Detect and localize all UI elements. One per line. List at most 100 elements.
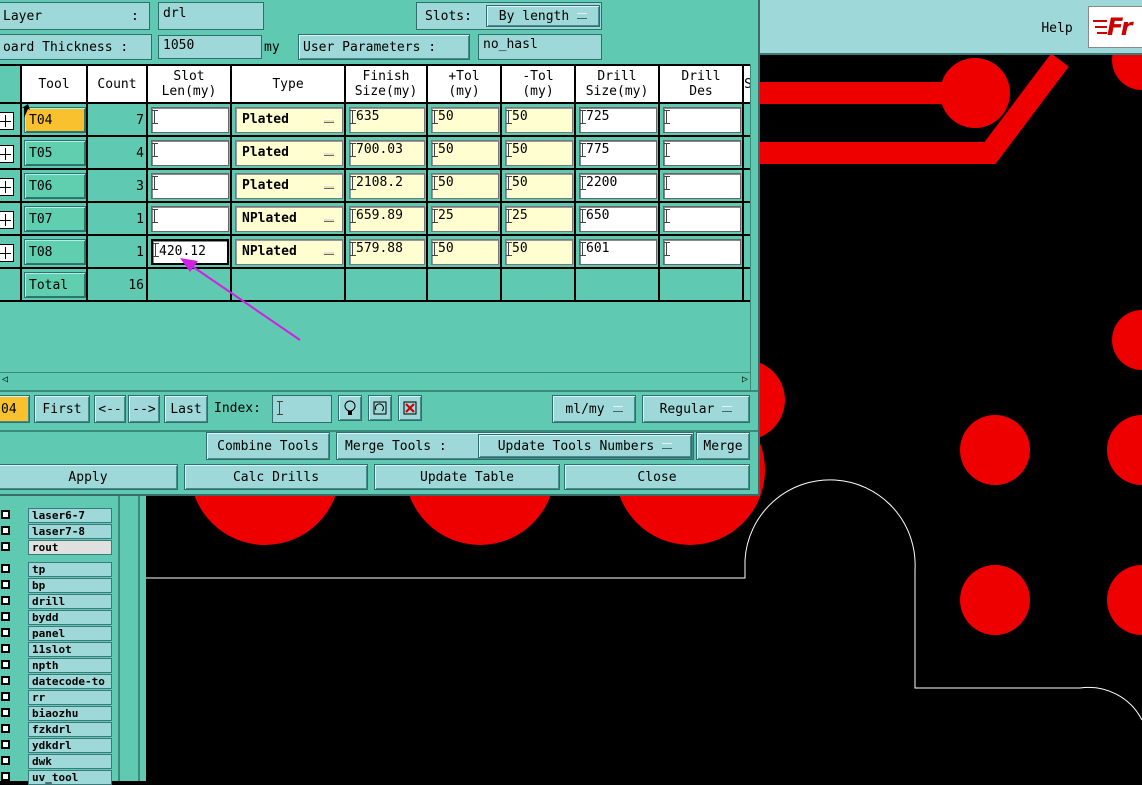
layer-item[interactable]: laser6-7	[0, 508, 112, 523]
layer-label[interactable]: biaozhu	[28, 706, 112, 721]
scroll-left-icon[interactable]: ◁	[2, 374, 8, 385]
plus-tol-input[interactable]: 50	[431, 239, 499, 265]
first-button[interactable]: First	[34, 395, 90, 423]
minus-tol-input[interactable]: 50	[505, 173, 573, 199]
layer-item[interactable]: fzkdrl	[0, 722, 112, 737]
layer-label[interactable]: laser6-7	[28, 508, 112, 523]
layer-item[interactable]: laser7-8	[0, 524, 112, 539]
update-table-button[interactable]: Update Table	[374, 464, 560, 490]
bulb-icon[interactable]	[338, 395, 362, 421]
plus-tol-input[interactable]: 50	[431, 173, 499, 199]
layer-field[interactable]: drl	[158, 2, 264, 30]
layer-checkbox[interactable]	[1, 628, 10, 637]
drill-des-input[interactable]	[663, 206, 741, 232]
layer-item[interactable]: dwk	[0, 754, 112, 769]
layer-label[interactable]: tp	[28, 562, 112, 577]
layer-item[interactable]: rout	[0, 540, 112, 555]
refresh-icon[interactable]	[368, 395, 392, 421]
layer-item[interactable]: tp	[0, 562, 112, 577]
layer-item[interactable]: rr	[0, 690, 112, 705]
delete-icon[interactable]	[398, 395, 422, 421]
next-button[interactable]: -->	[128, 395, 160, 423]
layer-label[interactable]: drill	[28, 594, 112, 609]
layer-checkbox[interactable]	[1, 612, 10, 621]
type-dropdown[interactable]: Plated	[235, 107, 343, 133]
type-dropdown[interactable]: NPlated	[235, 239, 343, 265]
plus-tol-input[interactable]: 25	[431, 206, 499, 232]
finish-input[interactable]: 659.89	[349, 206, 425, 232]
user-parameters-field[interactable]: no_hasl	[478, 34, 602, 60]
table-hscrollbar[interactable]: ◁ ▷	[0, 372, 750, 386]
layer-item[interactable]: uv_tool	[0, 770, 112, 785]
slot-length-input[interactable]	[151, 107, 229, 133]
tool-button[interactable]: T07	[24, 206, 86, 232]
apply-button[interactable]: Apply	[0, 464, 178, 490]
plus-icon[interactable]	[0, 178, 14, 196]
drill-size-input[interactable]: 650	[579, 206, 657, 232]
minus-tol-input[interactable]: 50	[505, 239, 573, 265]
plus-icon[interactable]	[0, 244, 14, 262]
layer-label[interactable]: fzkdrl	[28, 722, 112, 737]
minus-tol-input[interactable]: 50	[505, 140, 573, 166]
layer-item[interactable]: bydd	[0, 610, 112, 625]
layer-checkbox[interactable]	[1, 596, 10, 605]
layer-label[interactable]: rr	[28, 690, 112, 705]
layer-checkbox[interactable]	[1, 772, 10, 781]
layer-scrollbar[interactable]	[118, 490, 140, 781]
finish-input[interactable]: 2108.2	[349, 173, 425, 199]
drill-des-input[interactable]	[663, 239, 741, 265]
drill-des-input[interactable]	[663, 140, 741, 166]
layer-checkbox[interactable]	[1, 676, 10, 685]
units-dropdown[interactable]: ml/my	[552, 395, 636, 423]
layer-item[interactable]: 11slot	[0, 642, 112, 657]
layer-checkbox[interactable]	[1, 708, 10, 717]
layer-checkbox[interactable]	[1, 660, 10, 669]
type-dropdown[interactable]: Plated	[235, 173, 343, 199]
plus-icon[interactable]	[0, 112, 14, 130]
calc-drills-button[interactable]: Calc Drills	[184, 464, 368, 490]
merge-button[interactable]: Merge	[696, 432, 750, 460]
finish-input[interactable]: 579.88	[349, 239, 425, 265]
layer-checkbox[interactable]	[1, 580, 10, 589]
help-button[interactable]: Help	[1035, 14, 1079, 42]
layer-checkbox[interactable]	[1, 740, 10, 749]
layer-item[interactable]: drill	[0, 594, 112, 609]
layer-item[interactable]: ydkdrl	[0, 738, 112, 753]
slot-length-input[interactable]: 420.12	[151, 239, 229, 265]
layer-checkbox[interactable]	[1, 756, 10, 765]
layer-checkbox[interactable]	[1, 692, 10, 701]
layer-item[interactable]: npth	[0, 658, 112, 673]
layer-label[interactable]: datecode-to	[28, 674, 112, 689]
board-thickness-field[interactable]: 1050	[158, 35, 262, 59]
minus-tol-input[interactable]: 50	[505, 107, 573, 133]
layer-label[interactable]: laser7-8	[28, 524, 112, 539]
layer-checkbox[interactable]	[1, 724, 10, 733]
layer-label[interactable]: 11slot	[28, 642, 112, 657]
layer-item[interactable]: panel	[0, 626, 112, 641]
layer-label[interactable]: panel	[28, 626, 112, 641]
layer-label[interactable]: rout	[28, 540, 112, 555]
mode-dropdown[interactable]: Regular	[642, 395, 750, 423]
layer-label[interactable]: bydd	[28, 610, 112, 625]
layer-checkbox[interactable]	[1, 644, 10, 653]
layer-label[interactable]: bp	[28, 578, 112, 593]
layer-checkbox[interactable]	[1, 526, 10, 535]
combine-tools-button[interactable]: Combine Tools	[206, 432, 330, 460]
slot-length-input[interactable]	[151, 140, 229, 166]
prev-button[interactable]: <--	[94, 395, 126, 423]
slot-length-input[interactable]	[151, 206, 229, 232]
layer-label[interactable]: ydkdrl	[28, 738, 112, 753]
layer-label[interactable]: uv_tool	[28, 770, 112, 785]
plus-icon[interactable]	[0, 211, 14, 229]
tool-button[interactable]: T06	[24, 173, 86, 199]
finish-input[interactable]: 700.03	[349, 140, 425, 166]
layer-checkbox[interactable]	[1, 542, 10, 551]
minus-tol-input[interactable]: 25	[505, 206, 573, 232]
drill-des-input[interactable]	[663, 173, 741, 199]
plus-tol-input[interactable]: 50	[431, 107, 499, 133]
tool-button[interactable]: T04	[24, 107, 86, 133]
tool-button[interactable]: T08	[24, 239, 86, 265]
scroll-right-icon[interactable]: ▷	[742, 374, 748, 385]
last-button[interactable]: Last	[164, 395, 208, 423]
merge-tools-dropdown[interactable]: Update Tools Numbers	[478, 434, 692, 458]
